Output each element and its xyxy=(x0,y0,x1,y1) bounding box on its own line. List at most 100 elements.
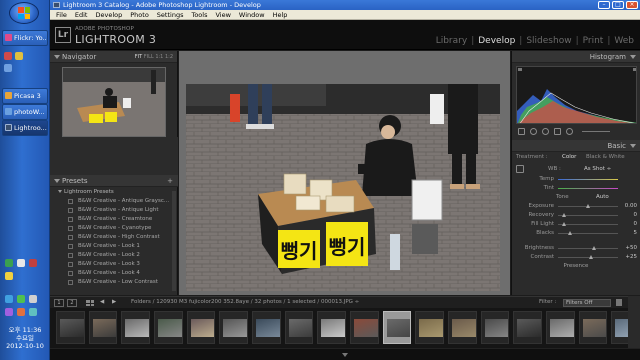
treatment-color-option[interactable]: Color xyxy=(562,152,576,163)
navigator-preview[interactable] xyxy=(61,67,166,137)
taskbar-clock[interactable]: 오후 11:36 수요일 2012-10-10 xyxy=(0,326,50,350)
main-photo[interactable]: 뻥기 뻥기 xyxy=(186,84,500,291)
crop-tool-icon[interactable] xyxy=(518,127,525,135)
secondary-window-1-button[interactable]: 1 xyxy=(54,299,64,307)
presets-panel-header[interactable]: Presets + xyxy=(50,175,178,187)
histogram-graph[interactable] xyxy=(516,66,637,124)
navigator-panel-header[interactable]: Navigator FIT FILL 1:1 1:2 xyxy=(50,51,177,63)
zoom-1-2[interactable]: 1:2 xyxy=(165,54,173,60)
slider-track[interactable] xyxy=(558,215,618,216)
preset-item[interactable]: B&W Creative - Creamtone xyxy=(50,215,178,224)
window-title-bar[interactable]: Lightroom 3 Catalog - Adobe Photoshop Li… xyxy=(50,0,640,10)
module-develop[interactable]: Develop xyxy=(478,36,515,46)
menu-file[interactable]: File xyxy=(52,10,71,19)
quicklaunch-yellow-icon[interactable] xyxy=(15,52,23,60)
preset-item[interactable]: B&W Creative - Look 2 xyxy=(50,251,178,260)
slider-knob[interactable] xyxy=(586,204,590,208)
filmstrip-thumbnail[interactable] xyxy=(415,311,445,344)
tray-update-icon[interactable] xyxy=(17,308,25,316)
tray-volume-icon[interactable] xyxy=(29,295,37,303)
module-slideshow[interactable]: Slideshow xyxy=(526,36,571,46)
preset-item[interactable]: B&W Creative - Low Contrast xyxy=(50,278,178,287)
filmstrip-thumbnail[interactable] xyxy=(317,311,347,344)
filmstrip-thumbnail[interactable] xyxy=(448,311,477,344)
quicklaunch-blue-icon[interactable] xyxy=(4,64,12,72)
secondary-window-2-button[interactable]: 2 xyxy=(67,299,77,307)
preset-item[interactable]: B&W Creative - Antique Graysc... xyxy=(50,197,178,206)
tray-app-icon[interactable] xyxy=(5,272,13,280)
tint-track[interactable] xyxy=(558,188,618,189)
red-eye-icon[interactable] xyxy=(542,127,549,135)
filmstrip-thumbnail[interactable] xyxy=(121,311,151,344)
slider-value[interactable]: +50 xyxy=(625,244,637,253)
tray-ime-icon[interactable] xyxy=(17,259,25,267)
filmstrip-thumbnail[interactable] xyxy=(284,311,314,344)
temp-track[interactable] xyxy=(558,179,618,180)
spot-removal-icon[interactable] xyxy=(530,127,537,135)
filmstrip-thumbnail[interactable] xyxy=(252,311,281,344)
filmstrip-thumbnail[interactable] xyxy=(546,311,575,344)
preset-folder[interactable]: Lightroom Presets xyxy=(50,188,178,197)
basic-panel-header[interactable]: Basic xyxy=(512,140,640,152)
quicklaunch-red-icon[interactable] xyxy=(4,52,12,60)
eyedropper-icon[interactable] xyxy=(516,165,524,173)
left-panel-scrollbar[interactable] xyxy=(172,191,176,291)
preset-item[interactable]: B&W Creative - Cyanotype xyxy=(50,224,178,233)
menu-window[interactable]: Window xyxy=(235,10,269,19)
slider-value[interactable]: +25 xyxy=(625,253,637,262)
forward-arrow-icon[interactable]: ▶ xyxy=(112,297,116,308)
menu-develop[interactable]: Develop xyxy=(91,10,126,19)
preset-item[interactable]: B&W Creative - Look 4 xyxy=(50,269,178,278)
filmstrip-thumbnail[interactable] xyxy=(350,311,379,344)
slider-value[interactable]: 0.00 xyxy=(625,202,637,211)
slider-knob[interactable] xyxy=(589,255,593,259)
close-button[interactable]: × xyxy=(626,1,638,9)
filmstrip-thumbnail[interactable] xyxy=(480,311,510,344)
menu-edit[interactable]: Edit xyxy=(71,10,92,19)
filmstrip-source-path[interactable]: Folders / 120930 M3 fujicolor200 352.8ay… xyxy=(131,297,359,308)
tray-language-icon[interactable] xyxy=(5,259,13,267)
slider-knob[interactable] xyxy=(592,246,596,250)
filmstrip-thumbnail[interactable] xyxy=(88,311,118,344)
back-arrow-icon[interactable]: ◀ xyxy=(100,297,104,308)
filter-lock-icon[interactable] xyxy=(616,299,622,306)
tone-auto-button[interactable]: Auto xyxy=(596,193,609,202)
slider-knob[interactable] xyxy=(568,231,572,235)
filmstrip-scroll[interactable] xyxy=(628,296,640,348)
add-preset-icon[interactable]: + xyxy=(167,175,173,187)
slider-value[interactable]: 0 xyxy=(634,220,638,229)
menu-settings[interactable]: Settings xyxy=(153,10,188,19)
filmstrip-thumbnail[interactable] xyxy=(578,311,608,344)
adjustment-brush-icon[interactable] xyxy=(566,127,573,135)
preset-item[interactable]: B&W Creative - Antique Light xyxy=(50,206,178,215)
slider-track[interactable] xyxy=(558,248,618,249)
zoom-1-1[interactable]: 1:1 xyxy=(155,54,163,60)
slider-knob[interactable] xyxy=(562,213,566,217)
slider-track[interactable] xyxy=(558,257,618,258)
preset-item[interactable]: B&W Creative - Look 1 xyxy=(50,242,178,251)
module-library[interactable]: Library xyxy=(436,36,467,46)
filmstrip-thumbnail[interactable] xyxy=(382,311,412,344)
tray-shield-icon[interactable] xyxy=(17,295,25,303)
taskbar-button-lightroom[interactable]: Lightroo... xyxy=(2,120,48,136)
preset-item[interactable]: B&W Creative - High Contrast xyxy=(50,233,178,242)
tray-network-icon[interactable] xyxy=(5,295,13,303)
filmstrip-thumbnail[interactable] xyxy=(56,311,85,344)
graduated-filter-icon[interactable] xyxy=(554,127,561,135)
taskbar-button-flickr[interactable]: Flickr: Yo... xyxy=(2,30,48,46)
tool-slider[interactable] xyxy=(582,130,610,132)
tray-hanja-icon[interactable] xyxy=(29,259,37,267)
slider-track[interactable] xyxy=(558,233,618,234)
minimize-button[interactable]: – xyxy=(598,1,610,9)
slider-value[interactable]: 5 xyxy=(634,229,638,238)
tray-messenger-icon[interactable] xyxy=(5,308,13,316)
slider-knob[interactable] xyxy=(562,222,566,226)
module-web[interactable]: Web xyxy=(614,36,634,46)
tray-sync-icon[interactable] xyxy=(29,308,37,316)
menu-photo[interactable]: Photo xyxy=(126,10,153,19)
menu-tools[interactable]: Tools xyxy=(187,10,211,19)
module-print[interactable]: Print xyxy=(583,36,604,46)
zoom-fit[interactable]: FIT xyxy=(135,54,142,60)
wb-select[interactable]: As Shot ÷ xyxy=(584,163,611,175)
histogram-panel-header[interactable]: Histogram xyxy=(512,51,640,63)
